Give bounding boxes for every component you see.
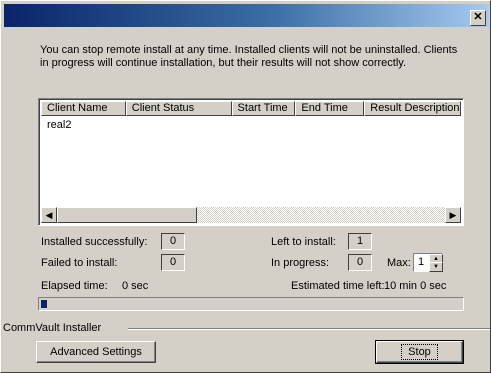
client-list[interactable]: Client Name Client Status Start Time End… <box>38 98 464 226</box>
stop-button-label: Stop <box>401 344 438 360</box>
column-result-description[interactable]: Result Description <box>364 101 462 116</box>
estimated-label: Estimated time left: <box>291 280 385 292</box>
max-value[interactable]: 1 <box>414 254 428 271</box>
inprogress-label: In progress: <box>271 257 330 269</box>
installed-label: Installed successfully: <box>41 236 148 248</box>
table-row[interactable]: real2 <box>47 119 71 131</box>
scrollbar-thumb[interactable] <box>57 207 197 223</box>
column-start-time[interactable]: Start Time <box>231 101 296 116</box>
column-client-name[interactable]: Client Name <box>41 101 126 116</box>
title-bar[interactable]: ✕ <box>4 4 489 27</box>
client-name-cell: real2 <box>47 119 72 131</box>
elapsed-value: 0 sec <box>122 280 149 292</box>
info-message: You can stop remote install at any time.… <box>40 44 458 69</box>
horizontal-scrollbar[interactable]: ◀ ▶ <box>41 207 461 223</box>
elapsed-label: Elapsed time: <box>41 280 108 292</box>
scroll-right-icon[interactable]: ▶ <box>445 207 461 223</box>
installed-count: 0 <box>161 233 185 250</box>
group-divider <box>128 328 490 330</box>
left-label: Left to install: <box>271 236 336 248</box>
column-end-time[interactable]: End Time <box>295 101 365 116</box>
list-header: Client Name Client Status Start Time End… <box>41 101 462 116</box>
scroll-left-icon[interactable]: ◀ <box>41 207 57 223</box>
installer-window: ✕ You can stop remote install at any tim… <box>0 0 491 373</box>
estimated-value: 10 min 0 sec <box>384 280 447 292</box>
max-spinner[interactable]: 1 ▲ ▼ <box>413 253 443 272</box>
stop-button[interactable]: Stop <box>375 340 464 364</box>
progress-fill <box>41 300 47 308</box>
column-client-status[interactable]: Client Status <box>125 101 232 116</box>
group-label: CommVault Installer <box>3 322 102 334</box>
left-count: 1 <box>348 233 372 250</box>
inprogress-count: 0 <box>348 254 372 271</box>
install-progress-bar <box>38 297 464 311</box>
close-button[interactable]: ✕ <box>470 10 486 26</box>
spin-down-icon[interactable]: ▼ <box>429 262 443 272</box>
max-label: Max: <box>387 257 411 269</box>
advanced-settings-button[interactable]: Advanced Settings <box>36 341 156 363</box>
failed-label: Failed to install: <box>41 257 118 269</box>
failed-count: 0 <box>161 254 185 271</box>
